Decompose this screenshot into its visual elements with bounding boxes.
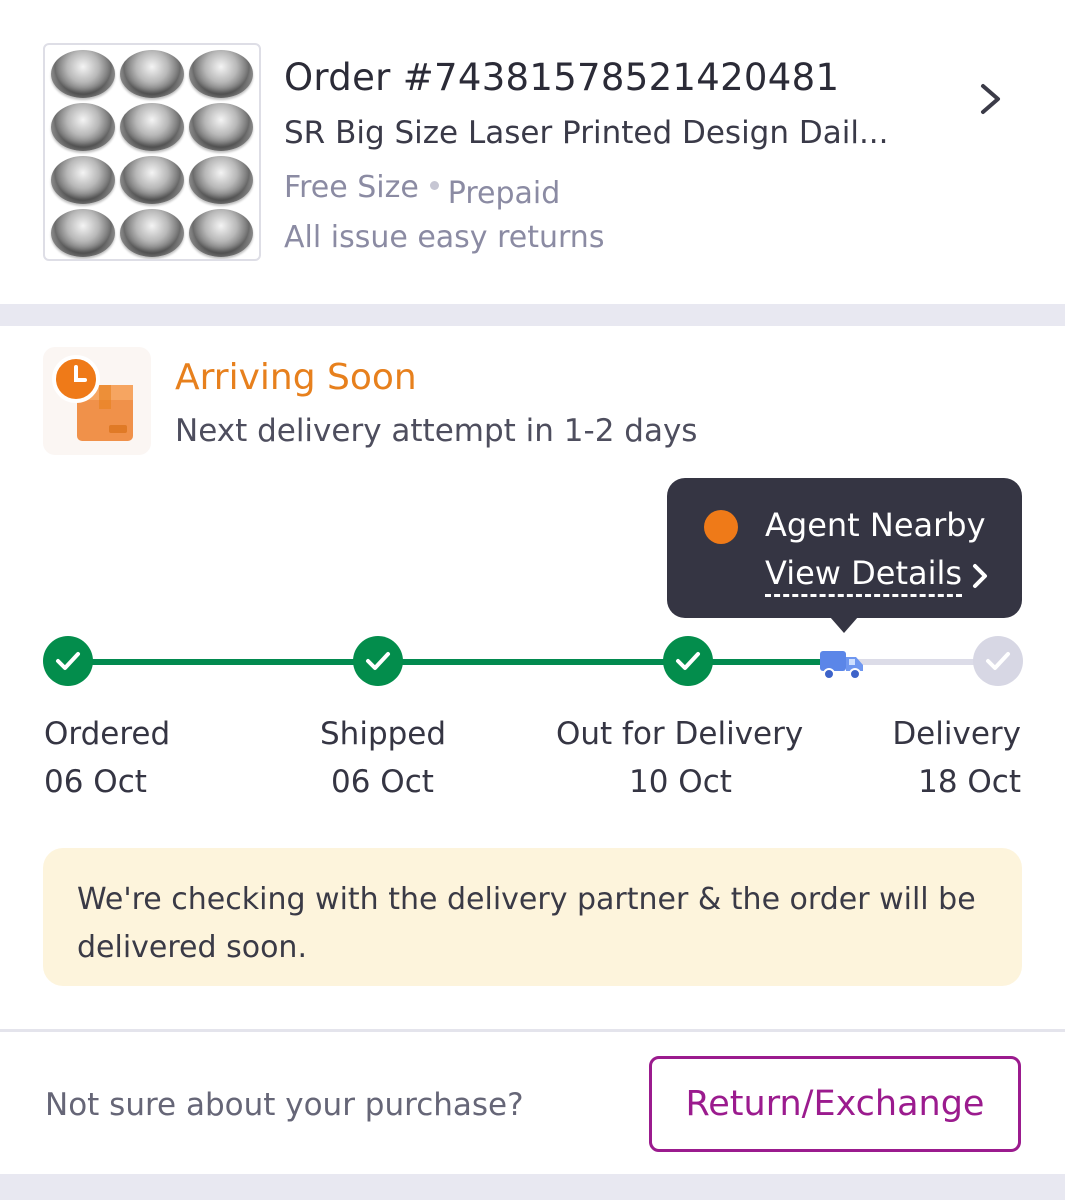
order-meta: Free Size Prepaid xyxy=(284,170,560,211)
step-label-shipped: Shipped xyxy=(320,716,447,752)
step-label-ordered: Ordered xyxy=(44,716,171,752)
agent-status-dot xyxy=(704,510,738,544)
step-date-ordered: 06 Oct xyxy=(44,764,147,800)
order-card[interactable]: Order #74381578521420481 SR Big Size Las… xyxy=(0,0,1065,304)
returns-policy: All issue easy returns xyxy=(284,220,605,255)
section-divider xyxy=(0,304,1065,326)
step-label-delivery: Delivery xyxy=(892,716,1021,752)
step-ordered-check xyxy=(43,636,93,686)
separator-dot xyxy=(429,181,439,190)
product-name: SR Big Size Laser Printed Design Dail... xyxy=(284,115,889,151)
delivery-info-banner: We're checking with the delivery partner… xyxy=(43,848,1022,986)
status-subtitle: Next delivery attempt in 1-2 days xyxy=(175,413,698,449)
step-label-out-for-delivery: Out for Delivery xyxy=(556,716,804,752)
step-out-for-delivery-check xyxy=(663,636,713,686)
step-shipped-check xyxy=(353,636,403,686)
bottom-divider xyxy=(0,1174,1065,1200)
purchase-question: Not sure about your purchase? xyxy=(45,1087,524,1123)
step-delivery-check xyxy=(973,636,1023,686)
step-date-delivery: 18 Oct xyxy=(918,764,1021,800)
truck-icon xyxy=(820,651,863,680)
view-details-link[interactable]: View Details xyxy=(765,554,963,597)
package-clock-icon xyxy=(43,347,151,455)
order-number: Order #74381578521420481 xyxy=(284,56,840,99)
delivery-progress-track xyxy=(43,636,1023,688)
status-title: Arriving Soon xyxy=(175,357,417,398)
size-label: Free Size xyxy=(284,170,419,205)
progress-line-done xyxy=(68,659,843,665)
step-date-out-for-delivery: 10 Oct xyxy=(629,764,732,800)
step-date-shipped: 06 Oct xyxy=(331,764,434,800)
footer-divider xyxy=(0,1029,1065,1032)
payment-label: Prepaid xyxy=(447,176,561,211)
return-exchange-button[interactable]: Return/Exchange xyxy=(649,1056,1021,1152)
chevron-right-icon xyxy=(973,564,987,588)
agent-nearby-tooltip[interactable]: Agent Nearby View Details xyxy=(667,478,1022,633)
product-thumbnail xyxy=(43,43,261,261)
chevron-right-icon[interactable] xyxy=(974,82,1006,116)
tooltip-title: Agent Nearby xyxy=(765,506,986,544)
